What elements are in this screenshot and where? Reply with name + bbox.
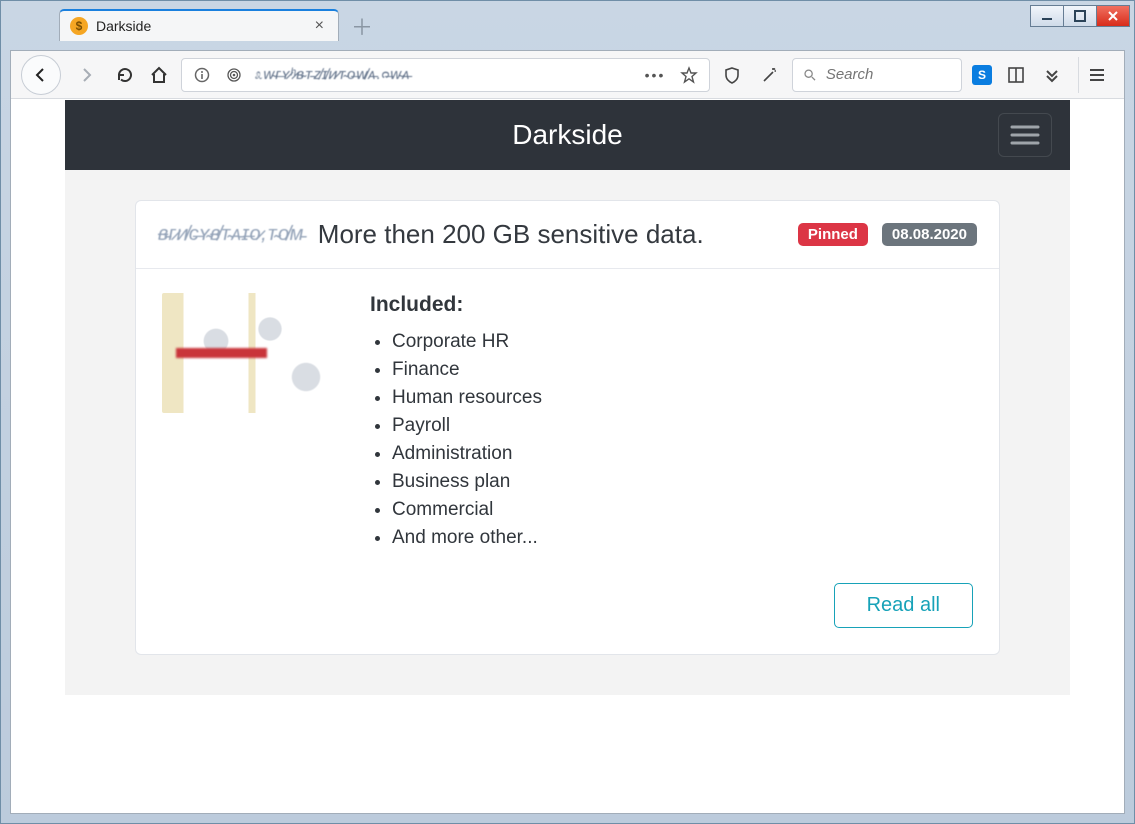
tab-title: Darkside <box>96 18 311 34</box>
url-text: ೩ᴡ̴ᴦ̶ʏ̷ʰ̷ʙ̴ᴛ̵ᴢ̸ɪ̸ᴎ̷ᴛ̴ᴏ̶ᴡ̸ᴀ̵.ᴒ̶ᴡ̴ᴀ̵ <box>254 66 635 83</box>
site-info-icon[interactable] <box>190 63 214 87</box>
search-input[interactable] <box>824 65 951 84</box>
list-item: Corporate HR <box>392 331 973 353</box>
post-thumbnail <box>162 293 342 413</box>
magic-wand-icon[interactable] <box>758 63 782 87</box>
site-menu-button[interactable] <box>998 113 1052 157</box>
post-header: ᴃ̵ᴦ̷ᴎ̸ᴄ̶ʏ̴ᴃ̸ᴛ̴ᴀ̵ɪ̶ᴏ̷,ᴛ̴ᴏ̸ᴍ̵ More then 20… <box>136 201 999 269</box>
list-item: Human resources <box>392 387 973 409</box>
read-all-button[interactable]: Read all <box>834 583 973 628</box>
post-card: ᴃ̵ᴦ̷ᴎ̸ᴄ̶ʏ̴ᴃ̸ᴛ̴ᴀ̵ɪ̶ᴏ̷,ᴛ̴ᴏ̸ᴍ̵ More then 20… <box>135 200 1000 655</box>
search-icon <box>803 67 816 82</box>
page-root: Darkside ᴃ̵ᴦ̷ᴎ̸ᴄ̶ʏ̴ᴃ̸ᴛ̴ᴀ̵ɪ̶ᴏ̷,ᴛ̴ᴏ̸ᴍ̵ Mor… <box>11 100 1124 813</box>
extensions-group: S <box>972 63 1064 87</box>
overflow-chevron-icon[interactable] <box>1040 63 1064 87</box>
app-menu-button[interactable] <box>1078 57 1114 93</box>
page-viewport[interactable]: Darkside ᴃ̵ᴦ̷ᴎ̸ᴄ̶ʏ̴ᴃ̸ᴛ̴ᴀ̵ɪ̶ᴏ̷,ᴛ̴ᴏ̸ᴍ̵ Mor… <box>11 100 1124 813</box>
badge-date: 08.08.2020 <box>882 223 977 246</box>
bookmark-star-icon[interactable] <box>677 63 701 87</box>
minimize-button[interactable] <box>1030 5 1064 27</box>
list-item: Administration <box>392 443 973 465</box>
onion-icon[interactable] <box>222 63 246 87</box>
included-heading: Included: <box>370 293 973 317</box>
home-button[interactable] <box>147 63 171 87</box>
tab-strip: $ Darkside × ＋ <box>1 1 1134 41</box>
close-tab-button[interactable]: × <box>311 17 328 35</box>
list-item: Commercial <box>392 499 973 521</box>
post-listing: Included: Corporate HR Finance Human res… <box>370 293 973 555</box>
list-item: Finance <box>392 359 973 381</box>
address-bar[interactable]: ೩ᴡ̴ᴦ̶ʏ̷ʰ̷ʙ̴ᴛ̵ᴢ̸ɪ̸ᴎ̷ᴛ̴ᴏ̶ᴡ̸ᴀ̵.ᴒ̶ᴡ̴ᴀ̵ ••• <box>181 58 710 92</box>
browser-shell: ೩ᴡ̴ᴦ̶ʏ̷ʰ̷ʙ̴ᴛ̵ᴢ̸ɪ̸ᴎ̷ᴛ̴ᴏ̶ᴡ̸ᴀ̵.ᴒ̶ᴡ̴ᴀ̵ ••• <box>10 50 1125 814</box>
post-source-obscured: ᴃ̵ᴦ̷ᴎ̸ᴄ̶ʏ̴ᴃ̸ᴛ̴ᴀ̵ɪ̶ᴏ̷,ᴛ̴ᴏ̸ᴍ̵ <box>158 223 304 246</box>
hamburger-icon <box>1010 124 1040 146</box>
reader-view-icon[interactable] <box>1004 63 1028 87</box>
reload-button[interactable] <box>113 63 137 87</box>
included-list: Corporate HR Finance Human resources Pay… <box>392 331 973 549</box>
search-bar[interactable] <box>792 58 962 92</box>
site-brand: Darkside <box>512 119 622 151</box>
forward-button[interactable] <box>71 59 103 91</box>
shield-icon[interactable] <box>720 63 744 87</box>
extension-s-icon[interactable]: S <box>972 65 992 85</box>
post-title: More then 200 GB sensitive data. <box>318 219 704 250</box>
browser-tab-active[interactable]: $ Darkside × <box>59 9 339 41</box>
window-controls <box>1030 5 1130 27</box>
list-item: Business plan <box>392 471 973 493</box>
maximize-button[interactable] <box>1063 5 1097 27</box>
new-tab-button[interactable]: ＋ <box>347 11 377 41</box>
list-item: And more other... <box>392 527 973 549</box>
browser-toolbar: ೩ᴡ̴ᴦ̶ʏ̷ʰ̷ʙ̴ᴛ̵ᴢ̸ɪ̸ᴎ̷ᴛ̴ᴏ̶ᴡ̸ᴀ̵.ᴒ̶ᴡ̴ᴀ̵ ••• <box>11 51 1124 99</box>
tab-favicon-icon: $ <box>70 17 88 35</box>
page-actions-icon[interactable]: ••• <box>643 63 667 87</box>
list-item: Payroll <box>392 415 973 437</box>
badge-pinned: Pinned <box>798 223 868 246</box>
window-frame: $ Darkside × ＋ <box>0 0 1135 824</box>
back-button[interactable] <box>21 55 61 95</box>
close-window-button[interactable] <box>1096 5 1130 27</box>
site-navbar: Darkside <box>65 100 1070 170</box>
